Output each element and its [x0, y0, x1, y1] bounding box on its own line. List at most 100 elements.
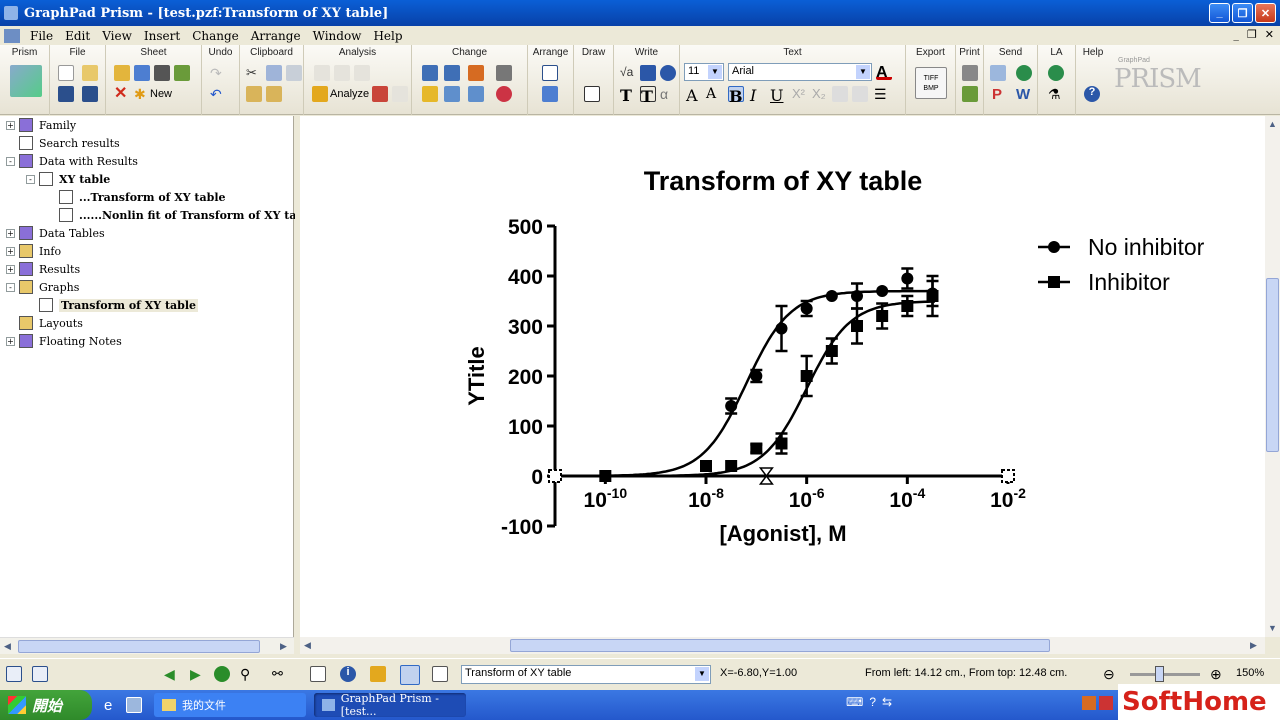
collapse-icon[interactable]: - — [6, 156, 15, 166]
rectangle-icon[interactable] — [584, 86, 600, 102]
menu-file[interactable]: File — [24, 29, 59, 43]
font-color-icon[interactable]: A — [876, 64, 892, 81]
menu-arrange[interactable]: Arrange — [245, 29, 307, 43]
cut-icon[interactable]: ✂ — [246, 65, 262, 81]
minimize-button[interactable]: _ — [1209, 3, 1230, 23]
tree-item[interactable]: - XY table — [26, 170, 110, 188]
results-sheet-icon[interactable] — [370, 666, 386, 682]
pin-icon[interactable] — [174, 65, 190, 81]
graph-hscroll-thumb[interactable] — [510, 639, 1050, 652]
start-button[interactable]: 開始 — [0, 690, 92, 720]
graph-type-icon[interactable] — [468, 65, 484, 81]
subscript-icon[interactable]: X₂ — [812, 86, 828, 102]
maximize-button[interactable]: ❐ — [1232, 3, 1253, 23]
powerpoint-icon[interactable]: P — [992, 86, 1008, 103]
fit-curve-icon[interactable] — [314, 65, 330, 81]
analyze-icon[interactable] — [312, 86, 328, 102]
info-sheet-icon[interactable]: i — [340, 666, 356, 682]
tree-item[interactable]: Transform of XY table — [26, 296, 199, 314]
next-sheet-icon[interactable]: ▶ — [190, 666, 206, 682]
tree-item[interactable]: ......Nonlin fit of Transform of XY tal — [46, 206, 301, 224]
paste-icon[interactable] — [246, 86, 262, 102]
mdi-minimize-button[interactable]: _ — [1233, 28, 1239, 41]
graph-sheet-icon[interactable] — [400, 665, 420, 685]
close-button[interactable]: ✕ — [1255, 3, 1276, 23]
mdi-restore-button[interactable]: ❐ — [1247, 28, 1257, 41]
info-icon[interactable] — [660, 65, 676, 81]
zoom-out-icon[interactable]: ⊖ — [1103, 666, 1119, 682]
copy-icon[interactable] — [266, 65, 282, 81]
menu-view[interactable]: View — [96, 29, 138, 43]
menu-window[interactable]: Window — [307, 29, 368, 43]
prism-cube-icon[interactable] — [10, 65, 42, 97]
send-back-icon[interactable] — [542, 86, 558, 102]
tree-item[interactable]: + Results — [6, 260, 80, 278]
print-icon[interactable] — [962, 65, 978, 81]
zoom-slider-track[interactable] — [1130, 673, 1200, 676]
bar-chart-icon[interactable] — [422, 65, 438, 81]
equation-icon[interactable]: √a — [620, 65, 636, 81]
axis-icon[interactable] — [444, 65, 460, 81]
scroll-up-arrow[interactable]: ▲ — [1268, 119, 1277, 129]
help-icon[interactable]: ? — [1084, 86, 1100, 102]
delete-icon[interactable]: ✕ — [114, 86, 130, 102]
tree-item[interactable]: + Floating Notes — [6, 332, 122, 350]
word-icon[interactable] — [640, 65, 656, 81]
flask-icon[interactable]: ⚗ — [1048, 86, 1064, 102]
expand-icon[interactable]: + — [6, 336, 15, 346]
send-mail-icon[interactable] — [990, 65, 1006, 81]
font-name-select[interactable]: Arial ▼ — [728, 63, 872, 81]
paste-link-icon[interactable] — [266, 86, 282, 102]
italic-icon[interactable]: I — [750, 86, 766, 105]
menu-help[interactable]: Help — [367, 29, 408, 43]
menu-edit[interactable]: Edit — [59, 29, 96, 43]
text-box-icon[interactable]: T — [640, 86, 656, 106]
expand-icon[interactable]: + — [6, 246, 15, 256]
open-file-icon[interactable] — [82, 65, 98, 81]
pencil-icon[interactable] — [114, 65, 130, 81]
colors-icon[interactable] — [496, 86, 512, 102]
data-table-icon[interactable] — [310, 666, 326, 682]
new-file-icon[interactable] — [58, 65, 74, 81]
linear-regression-icon[interactable] — [334, 65, 350, 81]
gear-icon[interactable] — [134, 65, 150, 81]
ie-icon[interactable]: e — [104, 697, 120, 714]
menu-change[interactable]: Change — [186, 29, 245, 43]
change-graph-icon[interactable] — [496, 65, 512, 81]
zoom-slider-thumb[interactable] — [1155, 666, 1164, 682]
analyze-label[interactable]: Analyze — [330, 88, 369, 100]
go-icon[interactable] — [214, 666, 230, 682]
scroll-down-arrow[interactable]: ▼ — [1268, 623, 1277, 633]
help-tray-icon[interactable]: ? — [869, 695, 876, 715]
font-size-select[interactable]: 11 ▼ — [684, 63, 724, 81]
wand-icon[interactable] — [392, 86, 408, 102]
mdi-close-button[interactable]: ✕ — [1265, 28, 1274, 41]
view-gallery-icon[interactable] — [32, 666, 48, 682]
navigator-hscroll[interactable]: ◀ ▶ — [0, 637, 294, 654]
send-word-icon[interactable]: W — [1016, 86, 1032, 103]
expand-icon[interactable]: + — [6, 264, 15, 274]
expand-icon[interactable]: + — [6, 228, 15, 238]
format-graph-icon[interactable] — [468, 86, 484, 102]
save-icon[interactable] — [58, 86, 74, 102]
tray-app-icon[interactable] — [1082, 696, 1096, 710]
collapse-icon[interactable]: - — [6, 282, 15, 292]
scroll-right-arrow[interactable]: ▶ — [280, 641, 287, 652]
greek-alpha-icon[interactable]: α — [660, 86, 676, 102]
link-icon[interactable]: ⚯ — [272, 666, 288, 682]
increase-font-icon[interactable]: A — [686, 86, 702, 105]
print-preview-icon[interactable] — [962, 86, 978, 102]
line-spacing-icon[interactable] — [852, 86, 868, 102]
tree-item[interactable]: + Family — [6, 116, 76, 134]
scroll-left-arrow[interactable]: ◀ — [4, 641, 11, 652]
export-tiff-icon[interactable]: TIFF BMP — [915, 67, 947, 99]
tree-item[interactable]: ...Transform of XY table — [46, 188, 226, 206]
format-axes-icon[interactable] — [444, 86, 460, 102]
redo-icon[interactable]: ↷ — [210, 65, 226, 81]
network-icon[interactable]: ⇆ — [882, 695, 892, 715]
undo-icon[interactable]: ↶ — [210, 86, 226, 102]
hscroll-left-arrow[interactable]: ◀ — [304, 640, 311, 651]
tree-item[interactable]: - Graphs — [6, 278, 79, 296]
tray-antivirus-icon[interactable] — [1099, 696, 1113, 710]
tree-item[interactable]: + Info — [6, 242, 61, 260]
